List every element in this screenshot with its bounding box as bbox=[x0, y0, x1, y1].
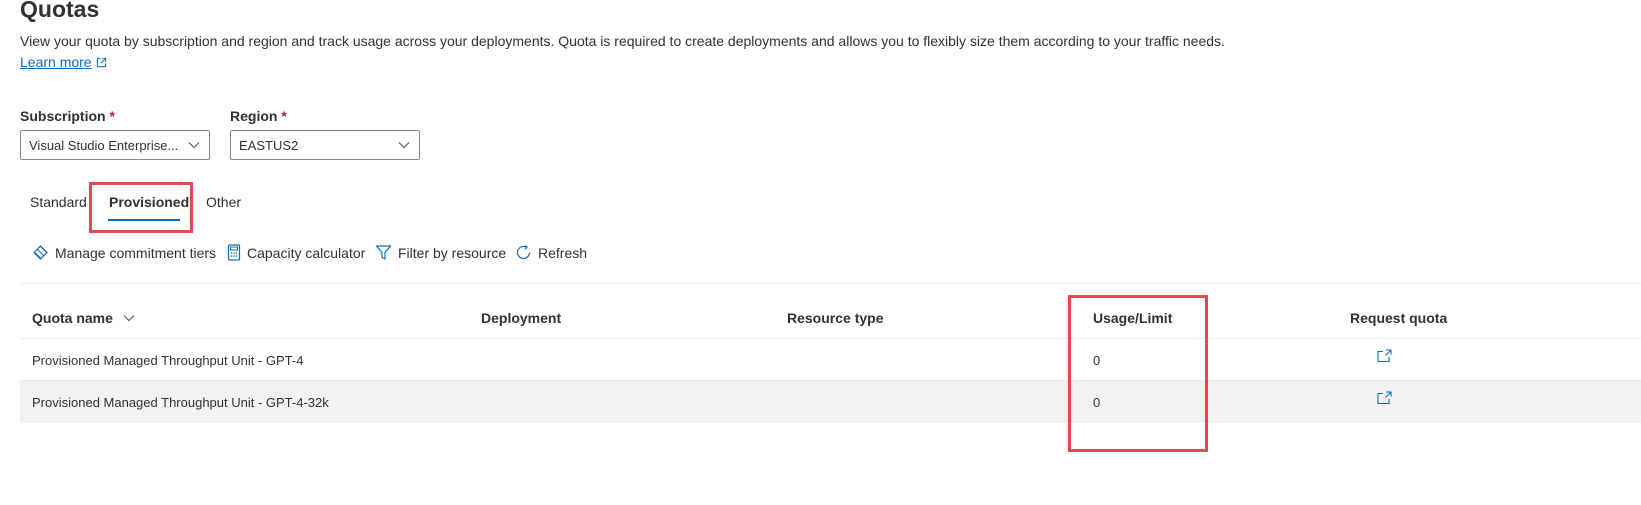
external-link-icon bbox=[96, 57, 106, 67]
column-header-request-quota[interactable]: Request quota bbox=[1350, 310, 1447, 326]
row-quota-name: Provisioned Managed Throughput Unit - GP… bbox=[32, 353, 304, 368]
region-label: Region * bbox=[230, 108, 287, 124]
subscription-label: Subscription * bbox=[20, 108, 115, 124]
chevron-down-icon bbox=[398, 142, 410, 149]
tab-other[interactable]: Other bbox=[206, 194, 241, 210]
required-asterisk: * bbox=[109, 108, 115, 124]
manage-commitment-tiers-label: Manage commitment tiers bbox=[55, 244, 217, 261]
capacity-calculator-button[interactable]: Capacity calculator bbox=[227, 244, 365, 261]
page-title: Quotas bbox=[20, 0, 100, 22]
refresh-icon bbox=[516, 245, 531, 260]
filter-icon bbox=[375, 245, 392, 260]
manage-commitment-tiers-button[interactable]: Manage commitment tiers bbox=[32, 244, 216, 261]
page-description: View your quota by subscription and regi… bbox=[20, 33, 1225, 49]
commitment-tiers-icon bbox=[33, 245, 48, 260]
column-header-deployment[interactable]: Deployment bbox=[481, 310, 561, 326]
region-value: EASTUS2 bbox=[239, 137, 299, 153]
tab-provisioned[interactable]: Provisioned bbox=[109, 194, 189, 210]
chevron-down-icon bbox=[188, 142, 200, 149]
column-header-quota-name[interactable]: Quota name bbox=[32, 310, 135, 326]
column-header-usage-limit[interactable]: Usage/Limit bbox=[1093, 310, 1172, 326]
refresh-button[interactable]: Refresh bbox=[515, 244, 587, 261]
quota-name-header-label: Quota name bbox=[32, 310, 113, 326]
tab-standard[interactable]: Standard bbox=[30, 194, 87, 210]
tab-active-indicator bbox=[108, 219, 180, 221]
calculator-icon bbox=[227, 244, 241, 261]
learn-more-link[interactable]: Learn more bbox=[20, 54, 107, 70]
subscription-value: Visual Studio Enterprise... bbox=[29, 137, 179, 153]
toolbar-divider bbox=[20, 283, 1641, 284]
capacity-calculator-label: Capacity calculator bbox=[247, 244, 366, 261]
learn-more-label: Learn more bbox=[20, 54, 92, 70]
filter-by-resource-button[interactable]: Filter by resource bbox=[375, 244, 506, 261]
subscription-label-text: Subscription bbox=[20, 108, 106, 124]
row-usage-limit: 0 bbox=[1093, 353, 1101, 368]
request-quota-icon[interactable] bbox=[1377, 391, 1392, 404]
subscription-dropdown[interactable]: Visual Studio Enterprise... bbox=[20, 130, 210, 160]
row-usage-limit: 0 bbox=[1093, 395, 1101, 410]
column-header-resource-type[interactable]: Resource type bbox=[787, 310, 883, 326]
region-dropdown[interactable]: EASTUS2 bbox=[230, 130, 420, 160]
chevron-down-icon bbox=[123, 315, 135, 322]
request-quota-icon[interactable] bbox=[1377, 349, 1392, 362]
required-asterisk: * bbox=[281, 108, 287, 124]
refresh-label: Refresh bbox=[538, 244, 588, 261]
row-quota-name: Provisioned Managed Throughput Unit - GP… bbox=[32, 395, 329, 410]
region-label-text: Region bbox=[230, 108, 278, 124]
filter-by-resource-label: Filter by resource bbox=[398, 244, 507, 261]
